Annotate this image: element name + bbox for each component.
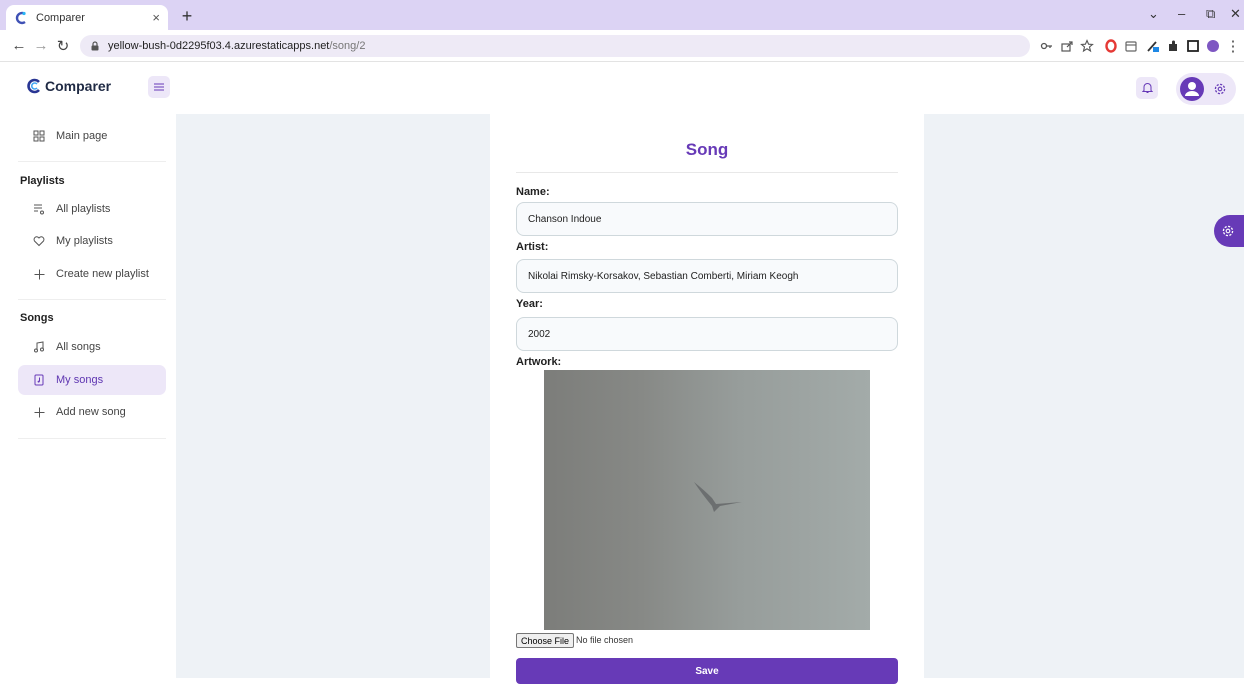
notifications-button[interactable] bbox=[1136, 77, 1158, 99]
close-tab-icon[interactable]: × bbox=[152, 10, 160, 25]
sidebar-item-label: Create new playlist bbox=[56, 268, 149, 280]
browser-menu-icon[interactable]: ⋮ bbox=[1224, 37, 1242, 55]
page-title: Song bbox=[685, 140, 729, 159]
artist-label: Artist: bbox=[516, 241, 549, 253]
url-path: /song/2 bbox=[329, 40, 366, 52]
music-notes-icon bbox=[32, 340, 46, 354]
opera-extension-icon[interactable] bbox=[1104, 39, 1118, 53]
year-label: Year: bbox=[516, 298, 543, 310]
sidebar-item-label: Main page bbox=[56, 130, 108, 142]
sidebar-divider bbox=[18, 438, 166, 439]
lock-icon bbox=[91, 41, 99, 51]
save-button[interactable]: Save bbox=[516, 658, 898, 684]
year-input[interactable] bbox=[516, 317, 898, 351]
pen-extension-icon[interactable] bbox=[1146, 39, 1160, 53]
sidebar-item-label: My playlists bbox=[56, 235, 113, 247]
bird-silhouette bbox=[694, 482, 742, 512]
customize-settings-button[interactable] bbox=[1214, 215, 1244, 247]
password-key-icon[interactable] bbox=[1040, 39, 1054, 53]
avatar-user-icon bbox=[1180, 77, 1204, 101]
sidebar-item-all-songs[interactable]: All songs bbox=[18, 332, 166, 362]
sidebar-section-songs: Songs bbox=[20, 312, 54, 324]
main-content: Song Name: Artist: Year: Artwork: Choose… bbox=[176, 114, 1244, 684]
url-host: yellow-bush-0d2295f03.4.azurestaticapps.… bbox=[108, 40, 330, 52]
profile-button[interactable] bbox=[1176, 73, 1236, 105]
choose-file-button[interactable]: Choose File bbox=[516, 633, 575, 648]
title-divider bbox=[516, 172, 898, 173]
artwork-image bbox=[544, 370, 870, 630]
sidebar-item-my-playlists[interactable]: My playlists bbox=[18, 226, 166, 256]
hamburger-menu-icon bbox=[154, 83, 164, 91]
sidebar-item-create-playlist[interactable]: Create new playlist bbox=[18, 259, 166, 289]
artist-input[interactable] bbox=[516, 259, 898, 293]
browser-profile-icon[interactable] bbox=[1206, 39, 1220, 53]
sidebar-item-label: All songs bbox=[56, 341, 101, 353]
name-input[interactable] bbox=[516, 202, 898, 236]
artwork-label: Artwork: bbox=[516, 356, 562, 368]
music-file-icon bbox=[32, 373, 46, 387]
app-logo-text: Comparer bbox=[45, 78, 112, 94]
browser-tab-title: Comparer bbox=[36, 11, 85, 24]
app-header: Comparer bbox=[0, 62, 1244, 114]
bell-icon bbox=[1141, 83, 1153, 93]
menu-toggle-button[interactable] bbox=[148, 76, 170, 98]
back-arrow-icon[interactable]: ← bbox=[10, 37, 28, 54]
plus-icon bbox=[32, 405, 46, 419]
browser-tab[interactable]: Comparer × bbox=[6, 5, 168, 30]
tab-search-icon[interactable]: ⌄ bbox=[1148, 6, 1159, 22]
browser-toolbar: ← → ↻ yellow-bush-0d2295f03.4.azurestati… bbox=[0, 30, 1244, 62]
sidebar-item-label: All playlists bbox=[56, 203, 111, 215]
plus-icon bbox=[32, 267, 46, 281]
minimize-window-icon[interactable]: – bbox=[1178, 6, 1185, 21]
close-window-icon[interactable]: ✕ bbox=[1230, 6, 1241, 22]
address-bar[interactable]: yellow-bush-0d2295f03.4.azurestaticapps.… bbox=[80, 35, 1030, 57]
sidebar-item-label: My songs bbox=[56, 374, 104, 386]
reload-icon[interactable]: ↻ bbox=[54, 37, 72, 55]
sidebar-item-all-playlists[interactable]: All playlists bbox=[18, 194, 166, 224]
forward-arrow-icon[interactable]: → bbox=[32, 37, 50, 54]
side-panel-icon[interactable] bbox=[1186, 39, 1200, 53]
sidebar-item-my-songs[interactable]: My songs bbox=[18, 365, 166, 395]
extensions-puzzle-icon[interactable] bbox=[1166, 39, 1180, 53]
heart-icon bbox=[32, 234, 46, 248]
comparer-favicon-icon bbox=[15, 11, 26, 24]
browser-tab-bar: Comparer × + ⌄ – ⧉ ✕ bbox=[0, 0, 1244, 30]
sidebar-divider bbox=[18, 161, 166, 162]
settings-gear-icon bbox=[1214, 83, 1226, 95]
sidebar-section-playlists: Playlists bbox=[20, 175, 65, 187]
new-tab-button[interactable]: + bbox=[178, 6, 196, 27]
name-label: Name: bbox=[516, 186, 550, 198]
sidebar-divider bbox=[18, 299, 166, 300]
sidebar-item-add-song[interactable]: Add new song bbox=[18, 397, 166, 427]
bookmark-star-icon[interactable] bbox=[1080, 39, 1094, 53]
playlist-icon bbox=[32, 202, 46, 216]
sidebar-item-main-page[interactable]: Main page bbox=[18, 121, 166, 151]
settings-gear-icon bbox=[1222, 225, 1234, 237]
share-icon[interactable] bbox=[1060, 39, 1074, 53]
app-logo[interactable]: Comparer bbox=[26, 78, 111, 94]
song-form-card: Song Name: Artist: Year: Artwork: Choose… bbox=[490, 114, 924, 684]
sidebar-item-label: Add new song bbox=[56, 406, 126, 418]
restore-window-icon[interactable]: ⧉ bbox=[1206, 6, 1215, 22]
sidebar: Main page Playlists All playlists My pla… bbox=[0, 114, 176, 678]
calendar-extension-icon[interactable] bbox=[1124, 39, 1138, 53]
dashboard-grid-icon bbox=[32, 129, 46, 143]
file-status-text: No file chosen bbox=[576, 635, 634, 645]
comparer-logo-icon bbox=[27, 78, 40, 94]
